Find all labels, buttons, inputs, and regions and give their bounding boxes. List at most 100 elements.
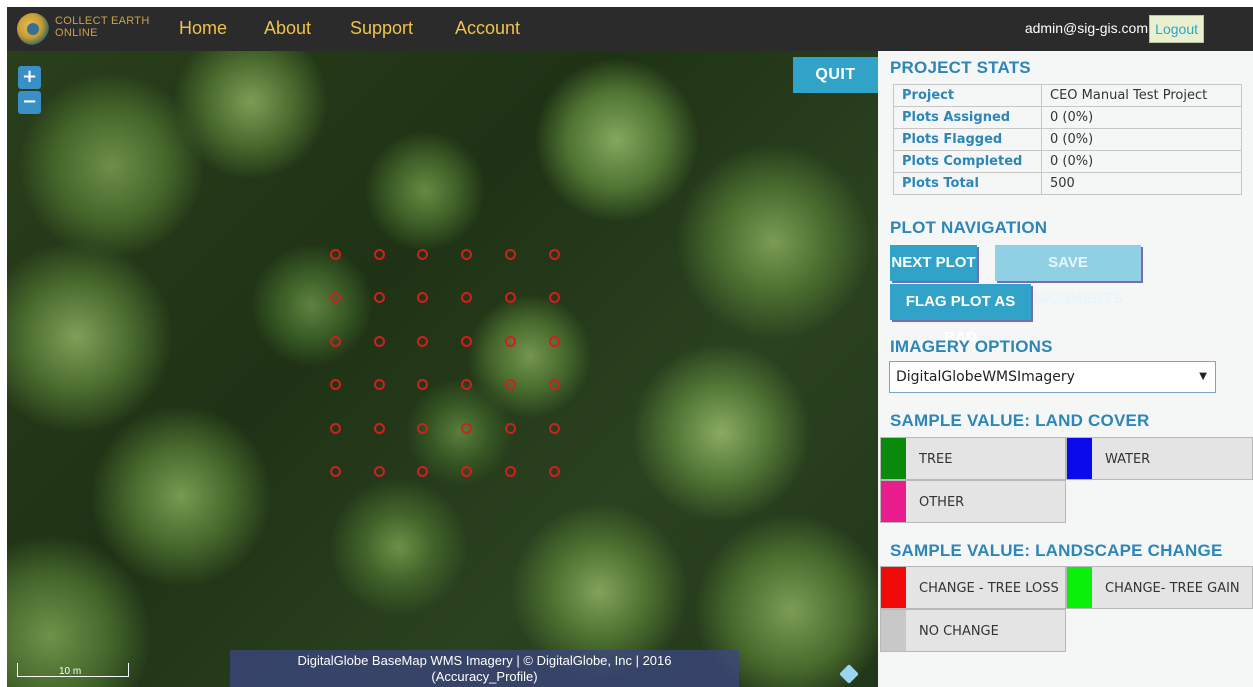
sample-point[interactable] bbox=[373, 249, 385, 260]
sample-point[interactable] bbox=[548, 249, 560, 260]
stat-label: Plots Total bbox=[893, 172, 1042, 195]
sample-point[interactable] bbox=[504, 466, 516, 477]
plot-navigation-heading: PLOT NAVIGATION bbox=[890, 218, 1048, 237]
sample-point[interactable] bbox=[330, 422, 341, 434]
sample-point[interactable] bbox=[504, 249, 516, 260]
logout-button[interactable]: Logout bbox=[1149, 15, 1204, 43]
table-row: Plots Completed 0 (0%) bbox=[893, 150, 1242, 173]
imagery-select[interactable]: DigitalGlobeWMSImagery ▼ bbox=[889, 361, 1216, 393]
sample-point[interactable] bbox=[417, 249, 429, 260]
sample-point[interactable] bbox=[373, 466, 385, 477]
sample-point[interactable] bbox=[504, 335, 516, 347]
sample-value-water-button[interactable]: WATER bbox=[1066, 437, 1253, 480]
sample-value-tree-loss-button[interactable]: CHANGE - TREE LOSS bbox=[880, 566, 1066, 609]
sample-point[interactable] bbox=[330, 249, 341, 260]
sample-point[interactable] bbox=[417, 335, 429, 347]
stat-label: Plots Flagged bbox=[893, 128, 1042, 151]
brand-line2: ONLINE bbox=[55, 27, 98, 39]
nav-link-home[interactable]: Home bbox=[179, 18, 227, 39]
sample-point[interactable] bbox=[548, 292, 560, 304]
stat-label: Plots Assigned bbox=[893, 106, 1042, 129]
table-row: Plots Flagged 0 (0%) bbox=[893, 128, 1242, 151]
sample-point[interactable] bbox=[330, 379, 341, 391]
sample-value-label: WATER bbox=[1105, 452, 1151, 467]
nav-link-about[interactable]: About bbox=[264, 18, 311, 39]
stat-value: 500 bbox=[1041, 172, 1242, 195]
sample-point[interactable] bbox=[330, 335, 341, 347]
sample-point[interactable] bbox=[461, 466, 473, 477]
sample-point[interactable] bbox=[461, 379, 473, 391]
sample-point[interactable] bbox=[373, 422, 385, 434]
save-assignments-button[interactable]: SAVE ASSIGNMENTS bbox=[995, 245, 1141, 307]
tree-color-swatch bbox=[881, 438, 906, 479]
table-row: Plots Total 500 bbox=[893, 172, 1242, 195]
scale-bar-label: 10 m bbox=[59, 666, 82, 677]
sample-point[interactable] bbox=[417, 466, 429, 477]
brand-logo-link[interactable]: COLLECT EARTH ONLINE bbox=[17, 13, 157, 45]
table-row: Project CEO Manual Test Project bbox=[893, 84, 1242, 107]
nav-link-account[interactable]: Account bbox=[455, 18, 520, 39]
water-color-swatch bbox=[1067, 438, 1092, 479]
sample-point[interactable] bbox=[461, 422, 473, 434]
project-stats-table: Project CEO Manual Test Project Plots As… bbox=[893, 84, 1242, 195]
nav-link-support[interactable]: Support bbox=[350, 18, 413, 39]
landscape-change-heading: SAMPLE VALUE: LANDSCAPE CHANGE bbox=[890, 541, 1223, 560]
chevron-down-icon: ▼ bbox=[1199, 371, 1207, 382]
imagery-map[interactable]: + − QUIT 10 m DigitalGlobe BaseMap WMS I… bbox=[7, 51, 878, 687]
sample-point[interactable] bbox=[548, 335, 560, 347]
user-email: admin@sig-gis.com bbox=[1024, 20, 1148, 36]
quit-button[interactable]: QUIT bbox=[793, 57, 878, 93]
sample-point[interactable] bbox=[461, 292, 473, 304]
zoom-out-button[interactable]: − bbox=[18, 91, 41, 114]
sample-point[interactable] bbox=[548, 379, 560, 391]
sidebar-panel: PROJECT STATS Project CEO Manual Test Pr… bbox=[878, 51, 1253, 687]
sample-point[interactable] bbox=[373, 292, 385, 304]
top-navbar: COLLECT EARTH ONLINE Home About Support … bbox=[7, 7, 1253, 51]
map-attribution: DigitalGlobe BaseMap WMS Imagery | © Dig… bbox=[230, 650, 739, 687]
stat-value: 0 (0%) bbox=[1041, 150, 1242, 173]
sample-point[interactable] bbox=[373, 335, 385, 347]
globe-logo-icon bbox=[17, 13, 49, 45]
sample-value-tree-button[interactable]: TREE bbox=[880, 437, 1066, 480]
stat-label: Project bbox=[893, 84, 1042, 107]
brand-text: COLLECT EARTH ONLINE bbox=[55, 15, 150, 39]
tree-loss-color-swatch bbox=[881, 567, 906, 608]
attribution-line1: DigitalGlobe BaseMap WMS Imagery | © Dig… bbox=[297, 653, 672, 668]
next-plot-button[interactable]: NEXT PLOT bbox=[890, 245, 977, 281]
sample-value-label: NO CHANGE bbox=[919, 624, 999, 639]
tree-gain-color-swatch bbox=[1067, 567, 1092, 608]
stat-label: Plots Completed bbox=[893, 150, 1042, 173]
sample-value-label: CHANGE - TREE LOSS bbox=[919, 581, 1059, 596]
imagery-options-heading: IMAGERY OPTIONS bbox=[890, 337, 1053, 356]
sample-value-label: TREE bbox=[919, 452, 953, 467]
stat-value: 0 (0%) bbox=[1041, 128, 1242, 151]
sample-point[interactable] bbox=[504, 292, 516, 304]
sample-point[interactable] bbox=[417, 292, 429, 304]
sample-value-label: OTHER bbox=[919, 495, 965, 510]
flag-plot-button[interactable]: FLAG PLOT AS BAD bbox=[890, 284, 1031, 346]
sample-point[interactable] bbox=[461, 335, 473, 347]
sample-value-tree-gain-button[interactable]: CHANGE- TREE GAIN bbox=[1066, 566, 1253, 609]
other-color-swatch bbox=[881, 481, 906, 522]
attribution-toggle-icon[interactable] bbox=[839, 664, 859, 684]
land-cover-heading: SAMPLE VALUE: LAND COVER bbox=[890, 411, 1150, 430]
zoom-in-button[interactable]: + bbox=[18, 66, 41, 89]
project-stats-heading: PROJECT STATS bbox=[890, 58, 1031, 77]
sample-point[interactable] bbox=[504, 422, 516, 434]
table-row: Plots Assigned 0 (0%) bbox=[893, 106, 1242, 129]
sample-value-other-button[interactable]: OTHER bbox=[880, 480, 1066, 523]
sample-point[interactable] bbox=[373, 379, 385, 391]
sample-point[interactable] bbox=[417, 422, 429, 434]
stat-value: 0 (0%) bbox=[1041, 106, 1242, 129]
sample-point[interactable] bbox=[461, 249, 473, 260]
sample-point[interactable] bbox=[504, 379, 516, 391]
sample-point[interactable] bbox=[548, 466, 560, 477]
sample-value-label: CHANGE- TREE GAIN bbox=[1105, 581, 1240, 596]
sample-point[interactable] bbox=[417, 379, 429, 391]
sample-value-no-change-button[interactable]: NO CHANGE bbox=[880, 609, 1066, 652]
sample-point[interactable] bbox=[548, 422, 560, 434]
sample-point[interactable] bbox=[330, 466, 341, 477]
imagery-selected-value: DigitalGlobeWMSImagery bbox=[896, 369, 1075, 385]
brand-line1: COLLECT EARTH bbox=[55, 15, 150, 27]
sample-point[interactable] bbox=[330, 292, 341, 304]
